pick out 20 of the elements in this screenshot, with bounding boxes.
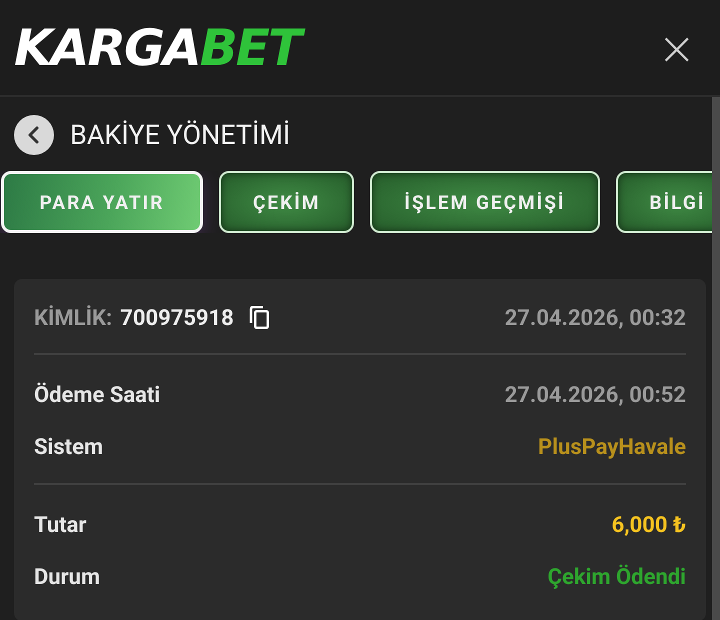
field-label: Sistem xyxy=(34,434,104,460)
field-value: 27.04.2026, 00:52 xyxy=(504,382,686,408)
tab[interactable]: PARA YATIR xyxy=(1,171,203,233)
tab[interactable]: ÇEKİM xyxy=(219,171,354,233)
copy-icon[interactable] xyxy=(248,306,270,330)
field-label: Ödeme Saati xyxy=(34,382,160,408)
scrollbar[interactable] xyxy=(712,97,720,620)
id-label: KİMLİK: xyxy=(34,306,112,330)
id-value: 700975918 xyxy=(120,306,234,330)
tab[interactable]: İŞLEM GEÇMİŞİ xyxy=(370,171,600,233)
field-label: Tutar xyxy=(34,512,86,538)
page-title: BAKİYE YÖNETİMİ xyxy=(70,119,290,151)
created-date: 27.04.2026, 00:32 xyxy=(504,306,686,330)
field-value: PlusPayHavale xyxy=(538,434,686,460)
tab[interactable]: BİLGİ xyxy=(616,171,713,233)
back-button[interactable] xyxy=(14,115,54,155)
close-button[interactable]: × xyxy=(657,24,696,70)
field-value: Çekim Ödendi xyxy=(548,564,686,590)
field-label: Durum xyxy=(34,564,100,590)
field-value: 6,000 ₺ xyxy=(612,512,686,538)
